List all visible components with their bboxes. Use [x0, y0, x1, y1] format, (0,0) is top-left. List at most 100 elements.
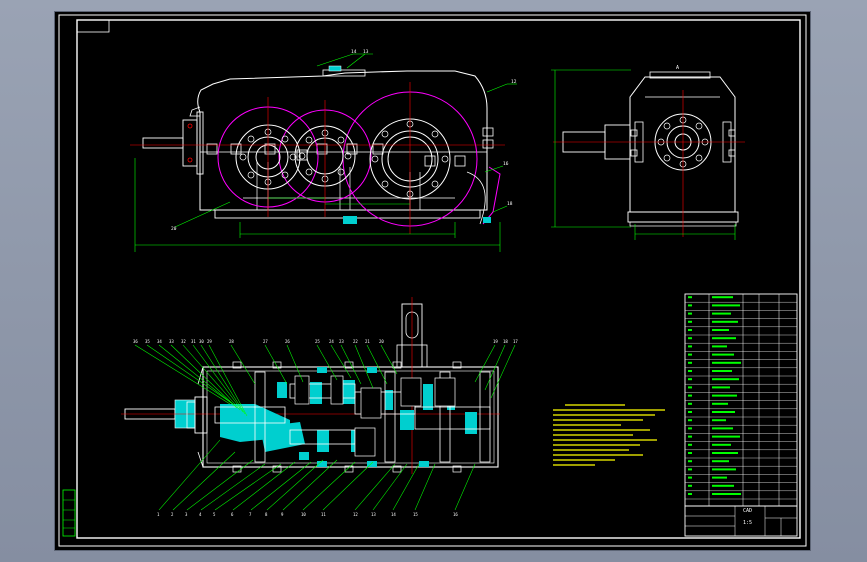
part-balloon: 29	[207, 339, 212, 344]
parts-list-entry	[712, 345, 727, 348]
parts-list-index	[688, 460, 692, 463]
parts-list-entry	[712, 452, 738, 454]
part-balloon: 11	[321, 512, 326, 517]
section-view	[121, 297, 516, 511]
part-balloon: 20	[379, 339, 384, 344]
part-balloon: 3	[185, 512, 188, 517]
end-view	[551, 69, 745, 240]
parts-list-index	[688, 345, 692, 348]
part-balloon: 34	[157, 339, 162, 344]
parts-list-entry	[712, 427, 733, 430]
gearbox-assembly-drawing: CAD 1:5 14 1312161820 36 35 34 33 32 31 30 29 28 2…	[58, 14, 807, 547]
part-balloon: 27	[263, 339, 268, 344]
parts-list-entry	[712, 435, 740, 438]
parts-list-index	[688, 386, 692, 389]
parts-list-index	[688, 394, 692, 397]
part-balloon: 16	[503, 161, 509, 167]
binding-strip	[62, 489, 76, 537]
end-view-label: A	[676, 65, 679, 71]
parts-list-index	[688, 443, 692, 446]
parts-list-entry	[712, 402, 728, 405]
part-balloon: 4	[199, 512, 202, 517]
part-balloon: 13	[371, 512, 376, 517]
part-balloon: 36	[133, 339, 138, 344]
parts-list-index	[688, 402, 692, 405]
parts-list-index	[688, 329, 692, 331]
part-balloon: 13	[363, 49, 369, 55]
part-balloon: 9	[281, 512, 284, 517]
part-balloon: 28	[229, 339, 234, 344]
parts-list-entry	[712, 443, 731, 446]
part-balloon: 19	[493, 339, 498, 344]
parts-list-entry	[712, 468, 736, 471]
parts-list-entry	[712, 353, 734, 356]
part-balloon: 7	[249, 512, 252, 517]
parts-list-entry	[712, 484, 734, 487]
part-balloon: 14	[391, 512, 396, 517]
section-top-balloons: 36 35 34 33 32 31 30 29 28 27 26 25 24 23 22 21 20 19 18 17	[133, 339, 518, 344]
part-balloon: 15	[413, 512, 418, 517]
part-balloon: 23	[339, 339, 344, 344]
parts-list-entry	[712, 460, 729, 463]
part-balloon: 10	[301, 512, 306, 517]
parts-list-index	[688, 296, 692, 299]
parts-list-entry	[712, 493, 741, 495]
part-balloon: 1	[157, 512, 160, 517]
section-bottom-balloons: 1 2 3 4 5 6 7 8 9 10 11 12 13 14 15 16	[157, 512, 458, 517]
parts-list-entry	[712, 394, 737, 397]
title-block-label: CAD	[743, 508, 752, 514]
part-balloon: 30	[199, 339, 204, 344]
parts-list-index	[688, 468, 692, 471]
parts-list-entry	[712, 411, 735, 413]
parts-list-index	[688, 370, 692, 372]
parts-list-index	[688, 337, 692, 340]
part-balloon: 18	[507, 201, 513, 207]
parts-list-index	[688, 476, 692, 479]
parts-list-entry	[712, 370, 732, 372]
part-balloon: 33	[169, 339, 174, 344]
parts-list-index	[688, 353, 692, 356]
parts-list-entry	[712, 320, 738, 323]
front-view	[130, 53, 517, 252]
part-balloon: 22	[353, 339, 358, 344]
part-balloon: 21	[365, 339, 370, 344]
parts-list-index	[688, 452, 692, 454]
part-balloon: 35	[145, 339, 150, 344]
part-balloon: 14	[351, 49, 357, 55]
parts-list-entry	[712, 337, 736, 340]
part-balloon: 24	[329, 339, 334, 344]
part-balloon: 5	[213, 512, 216, 517]
cad-drawing-viewport[interactable]: CAD 1:5 14 13 12 16 18 20 36 35 34 33 32 31 30 29 28 2…	[55, 12, 810, 550]
parts-list-entry	[712, 329, 729, 331]
part-balloon: 26	[285, 339, 290, 344]
title-block: CAD 1:5	[684, 505, 798, 537]
part-balloon: 32	[181, 339, 186, 344]
parts-list-index	[688, 435, 692, 438]
part-balloon: 31	[191, 339, 196, 344]
parts-list-index	[688, 304, 692, 307]
parts-list-entry	[712, 361, 741, 364]
parts-list-entry	[712, 304, 740, 307]
parts-list-index	[688, 312, 692, 315]
header-stamp-box	[76, 19, 110, 33]
part-balloon: 25	[315, 339, 320, 344]
title-block-scale: 1:5	[743, 520, 752, 526]
part-balloon: 12	[511, 79, 517, 85]
part-balloon: 8	[265, 512, 268, 517]
part-balloon: 20	[171, 226, 177, 232]
parts-list-entry	[712, 386, 730, 389]
parts-list-entry	[712, 378, 739, 381]
parts-list-index	[688, 484, 692, 487]
parts-list-index	[688, 493, 692, 495]
part-balloon: 2	[171, 512, 174, 517]
parts-list-entry	[712, 419, 726, 422]
part-balloon: 17	[513, 339, 518, 344]
parts-list-index	[688, 427, 692, 430]
parts-list	[684, 293, 798, 507]
technical-notes	[553, 404, 665, 466]
parts-list-index	[688, 419, 692, 422]
part-balloon: 12	[353, 512, 358, 517]
part-balloon: 18	[503, 339, 508, 344]
parts-list-index	[688, 320, 692, 323]
parts-list-entry	[712, 476, 727, 479]
